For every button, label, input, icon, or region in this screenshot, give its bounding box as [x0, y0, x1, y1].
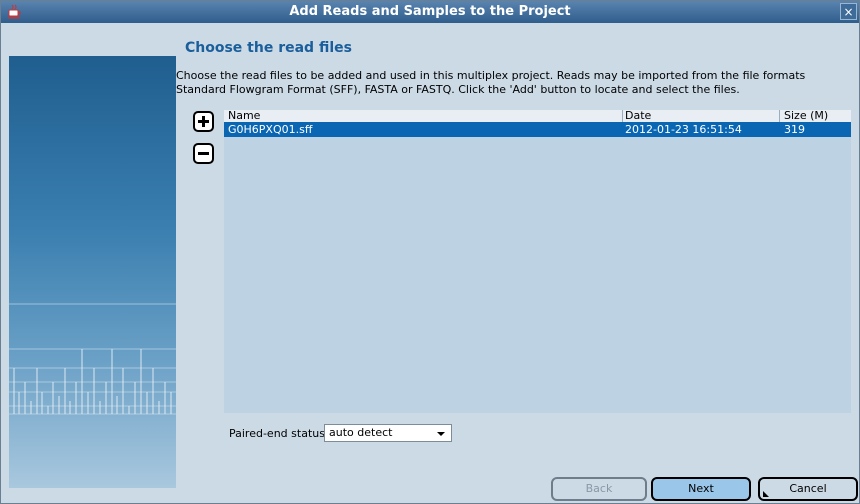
- cell-date: 2012-01-23 16:51:54: [625, 123, 742, 136]
- back-button-label: Back: [585, 482, 613, 495]
- dialog-window: Add Reads and Samples to the Project × C…: [0, 0, 860, 504]
- focus-corner-icon: [763, 491, 769, 497]
- read-files-table[interactable]: Name Date Size (M) G0H6PXQ01.sff 2012-01…: [224, 109, 851, 413]
- close-button[interactable]: ×: [840, 3, 857, 20]
- cell-size: 319: [784, 123, 805, 136]
- column-divider: [779, 110, 780, 122]
- window-title: Add Reads and Samples to the Project: [289, 4, 571, 19]
- title-bar: Add Reads and Samples to the Project ×: [1, 1, 859, 23]
- table-header: Name Date Size (M): [224, 109, 851, 122]
- paired-end-dropdown[interactable]: auto detect: [324, 424, 452, 442]
- next-button-label: Next: [688, 482, 714, 495]
- paired-end-label: Paired-end status:: [229, 427, 329, 440]
- add-file-button[interactable]: [193, 111, 214, 132]
- cancel-button-label: Cancel: [789, 482, 827, 495]
- column-divider: [622, 110, 623, 122]
- paired-end-value: auto detect: [329, 426, 393, 439]
- table-row[interactable]: G0H6PXQ01.sff 2012-01-23 16:51:54 319: [224, 122, 851, 137]
- back-button[interactable]: Back: [551, 477, 647, 501]
- chevron-down-icon: [437, 432, 445, 436]
- column-header-date[interactable]: Date: [625, 109, 651, 122]
- cancel-button[interactable]: Cancel: [758, 477, 858, 501]
- column-header-size[interactable]: Size (M): [784, 109, 828, 122]
- close-icon: ×: [843, 5, 854, 19]
- remove-file-button[interactable]: [193, 143, 214, 164]
- minus-icon: [198, 152, 209, 155]
- page-description: Choose the read files to be added and us…: [176, 69, 806, 96]
- chromatogram-graphic: [9, 303, 176, 415]
- page-heading: Choose the read files: [185, 40, 352, 56]
- column-header-name[interactable]: Name: [228, 109, 260, 122]
- next-button[interactable]: Next: [651, 477, 751, 501]
- decorative-side-panel: [9, 56, 176, 488]
- cell-name: G0H6PXQ01.sff: [228, 123, 313, 136]
- plus-icon: [198, 116, 209, 127]
